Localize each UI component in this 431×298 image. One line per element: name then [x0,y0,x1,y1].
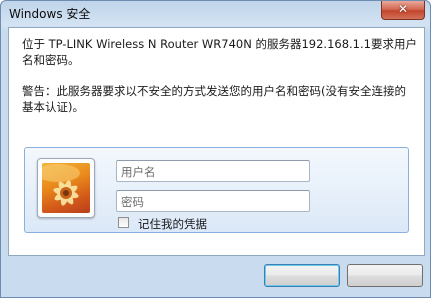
ok-button[interactable] [264,264,340,287]
title-bar[interactable]: Windows 安全 ✕ [1,1,430,27]
server-message: 位于 TP-LINK Wireless N Router WR740N 的服务器… [22,37,417,67]
close-button[interactable]: ✕ [381,1,425,20]
remember-checkbox[interactable] [118,217,129,228]
username-placeholder: 用户名 [121,165,156,179]
window-title: Windows 安全 [9,7,91,21]
security-warning: 警告：此服务器要求以不安全的方式发送您的用户名和密码(没有安全连接的基本认证)。 [22,84,406,114]
avatar [37,158,95,218]
password-placeholder: 密码 [121,195,144,209]
security-dialog: Windows 安全 ✕ 位于 TP-LINK Wireless N Route… [0,0,431,298]
user-tile-flower-icon [42,163,90,213]
remember-label[interactable]: 记住我的凭据 [138,216,207,232]
cancel-button[interactable] [347,264,423,287]
credential-tile[interactable]: 用户名 密码 记住我的凭据 [24,147,409,233]
username-input[interactable]: 用户名 [116,160,310,182]
close-icon: ✕ [397,2,409,16]
dialog-body: 位于 TP-LINK Wireless N Router WR740N 的服务器… [8,27,425,256]
password-input[interactable]: 密码 [116,190,310,212]
